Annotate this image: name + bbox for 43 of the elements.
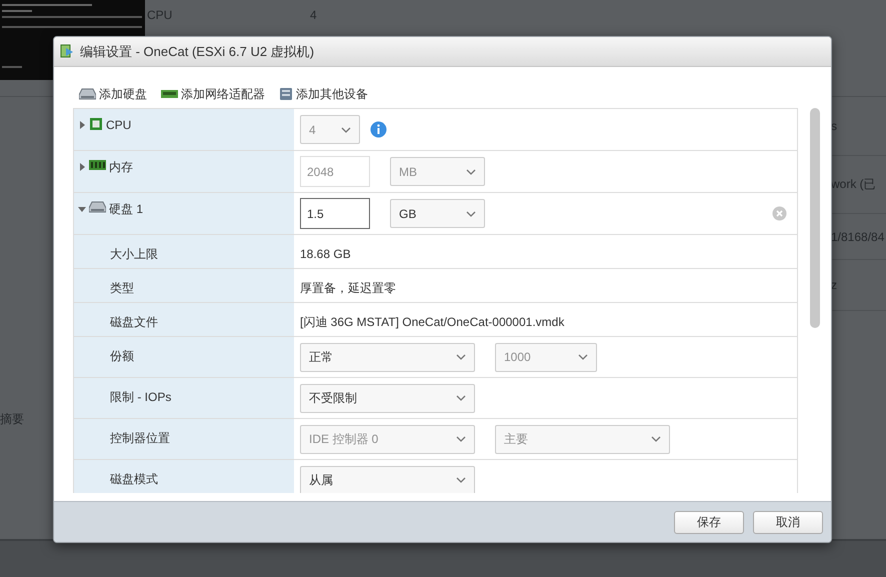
caret-right-icon[interactable] bbox=[78, 121, 86, 129]
chevron-down-icon bbox=[466, 210, 476, 216]
network-card-icon bbox=[161, 88, 178, 100]
chevron-down-icon bbox=[456, 477, 466, 483]
add-device-button[interactable]: 添加其他设备 bbox=[279, 83, 368, 105]
row-label: 类型 bbox=[110, 280, 134, 296]
dropdown[interactable]: 正常 bbox=[300, 342, 475, 372]
dropdown[interactable]: 不受限制 bbox=[300, 384, 475, 412]
info-icon[interactable] bbox=[370, 121, 387, 138]
add-device-button[interactable]: 添加网络适配器 bbox=[161, 83, 265, 105]
add-device-button[interactable]: 添加硬盘 bbox=[79, 83, 147, 105]
device-icon bbox=[279, 87, 293, 101]
chevron-down-icon bbox=[456, 395, 466, 401]
chevron-down-icon bbox=[456, 436, 466, 442]
chevron-down-icon bbox=[651, 436, 661, 442]
row-label: 磁盘模式 bbox=[110, 471, 158, 487]
memory-icon bbox=[89, 159, 106, 171]
chip-icon bbox=[89, 117, 103, 131]
row-label: 限制 - IOPs bbox=[110, 389, 172, 405]
vm-icon bbox=[60, 44, 74, 59]
value-text: 18.68 GB bbox=[300, 246, 351, 262]
cancel-button[interactable]: 取消 bbox=[753, 510, 823, 534]
chevron-down-icon bbox=[456, 354, 466, 360]
caret-down-icon[interactable] bbox=[78, 205, 86, 213]
window-title: 编辑设置 - OneCat (ESXi 6.7 U2 虚拟机) bbox=[80, 42, 314, 60]
dropdown[interactable]: 从属 bbox=[300, 466, 475, 493]
row-label: 份额 bbox=[110, 348, 134, 364]
row-label: 硬盘 1 bbox=[109, 201, 144, 217]
chevron-down-icon bbox=[341, 126, 351, 132]
row-label: CPU bbox=[106, 117, 132, 133]
input-field[interactable]: 1.5 bbox=[300, 198, 370, 229]
save-button[interactable]: 保存 bbox=[674, 510, 744, 534]
row-label: 磁盘文件 bbox=[110, 314, 158, 330]
caret-right-icon[interactable] bbox=[78, 163, 86, 171]
chevron-down-icon bbox=[466, 168, 476, 174]
value-text: [闪迪 36G MSTAT] OneCat/OneCat-000001.vmdk bbox=[300, 314, 564, 330]
row-label: 大小上限 bbox=[110, 246, 158, 262]
row-label: 内存 bbox=[109, 159, 133, 175]
scrollbar-thumb[interactable] bbox=[810, 108, 820, 328]
row-label: 控制器位置 bbox=[110, 430, 170, 446]
dropdown[interactable]: GB bbox=[390, 199, 485, 228]
chevron-down-icon bbox=[578, 354, 588, 360]
value-text: 厚置备，延迟置零 bbox=[300, 280, 396, 296]
